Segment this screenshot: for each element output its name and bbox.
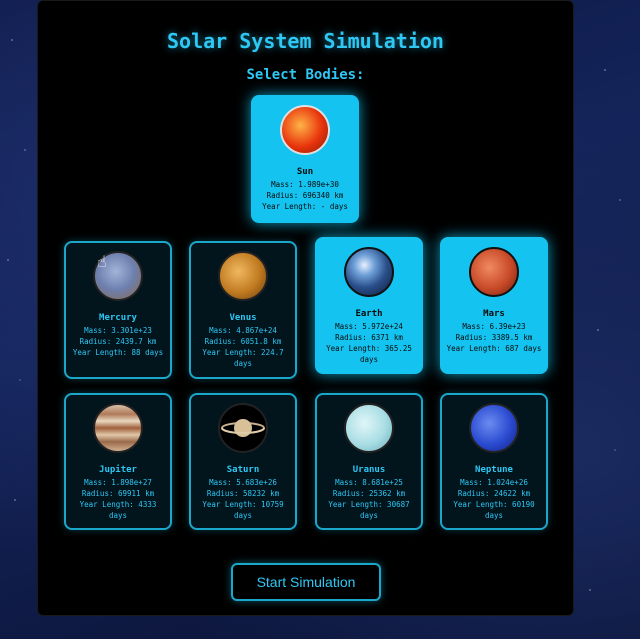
body-name: Jupiter: [99, 465, 137, 475]
body-year: Year Length: 224.7 days: [202, 348, 284, 368]
body-radius: Radius: 6371 km: [335, 333, 403, 342]
body-year: Year Length: 4333 days: [79, 500, 157, 520]
body-card-jupiter[interactable]: Jupiter Mass: 1.898e+27 Radius: 69911 km…: [64, 393, 172, 530]
start-simulation-button[interactable]: Start Simulation: [231, 563, 381, 601]
body-mass: Mass: 5.972e+24: [335, 322, 403, 331]
body-year: Year Length: - days: [262, 202, 348, 211]
mars-image: [469, 247, 519, 297]
body-radius: Radius: 3389.5 km: [455, 333, 533, 342]
body-mass: Mass: 1.989e+30: [271, 180, 339, 189]
select-bodies-heading: Select Bodies:: [246, 67, 365, 83]
body-name: Sun: [296, 167, 314, 177]
body-radius: Radius: 2439.7 km: [79, 337, 157, 346]
body-card-uranus[interactable]: Uranus Mass: 8.681e+25 Radius: 25362 km …: [315, 393, 423, 530]
hand-cursor-icon: ☝: [97, 252, 107, 271]
body-mass: Mass: 4.867e+24: [209, 326, 277, 335]
body-radius: Radius: 58232 km: [206, 489, 280, 498]
earth-image: [344, 247, 394, 297]
body-radius: Radius: 69911 km: [81, 489, 155, 498]
body-radius: Radius: 696340 km: [266, 191, 344, 200]
body-name: Mars: [483, 309, 505, 319]
body-card-mars[interactable]: Mars Mass: 6.39e+23 Radius: 3389.5 km Ye…: [440, 237, 548, 374]
body-mass: Mass: 6.39e+23: [462, 322, 526, 331]
body-name: Venus: [229, 313, 257, 323]
body-card-neptune[interactable]: Neptune Mass: 1.024e+26 Radius: 24622 km…: [440, 393, 548, 530]
body-name: Uranus: [352, 465, 386, 475]
page-title: Solar System Simulation: [167, 29, 444, 53]
body-mass: Mass: 1.024e+26: [460, 478, 528, 487]
body-card-mercury[interactable]: Mercury Mass: 3.301e+23 Radius: 2439.7 k…: [64, 241, 172, 379]
body-year: Year Length: 10759 days: [202, 500, 284, 520]
saturn-icon: [221, 419, 265, 437]
body-card-saturn[interactable]: Saturn Mass: 5.683e+26 Radius: 58232 km …: [189, 393, 297, 530]
venus-image: [218, 251, 268, 301]
body-radius: Radius: 25362 km: [332, 489, 406, 498]
body-year: Year Length: 30687 days: [328, 500, 410, 520]
body-card-earth[interactable]: Earth Mass: 5.972e+24 Radius: 6371 km Ye…: [315, 237, 423, 374]
body-name: Neptune: [475, 465, 513, 475]
body-mass: Mass: 8.681e+25: [335, 478, 403, 487]
body-name: Earth: [355, 309, 383, 319]
body-year: Year Length: 88 days: [72, 348, 164, 357]
body-mass: Mass: 3.301e+23: [84, 326, 152, 335]
body-card-sun[interactable]: Sun Mass: 1.989e+30 Radius: 696340 km Ye…: [251, 95, 359, 223]
sun-image: [280, 105, 330, 155]
body-radius: Radius: 24622 km: [457, 489, 531, 498]
uranus-image: [344, 403, 394, 453]
body-name: Mercury: [99, 313, 137, 323]
body-card-venus[interactable]: Venus Mass: 4.867e+24 Radius: 6051.8 km …: [189, 241, 297, 379]
body-year: Year Length: 365.25 days: [326, 344, 412, 364]
body-name: Saturn: [226, 465, 260, 475]
body-mass: Mass: 1.898e+27: [84, 478, 152, 487]
body-year: Year Length: 687 days: [446, 344, 542, 353]
saturn-image: [218, 403, 268, 453]
neptune-image: [469, 403, 519, 453]
jupiter-image: [93, 403, 143, 453]
main-panel: Solar System Simulation Select Bodies: S…: [37, 0, 574, 616]
body-radius: Radius: 6051.8 km: [204, 337, 282, 346]
body-year: Year Length: 60190 days: [453, 500, 535, 520]
body-mass: Mass: 5.683e+26: [209, 478, 277, 487]
